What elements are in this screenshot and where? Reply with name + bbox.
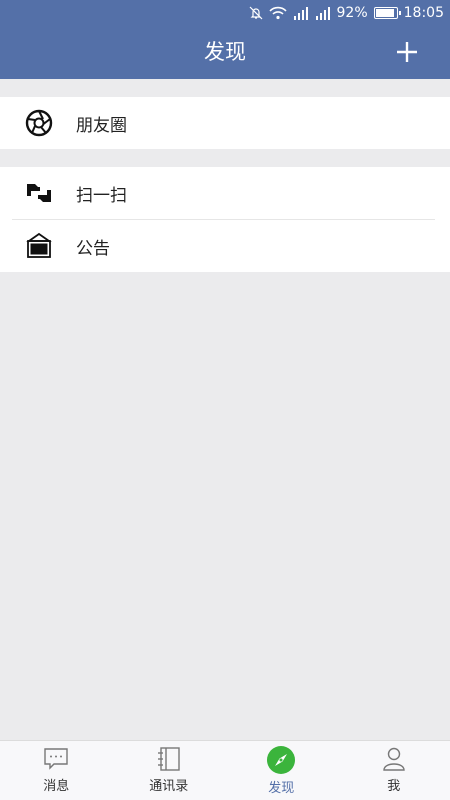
wifi-icon (268, 6, 287, 20)
chat-bubble-icon (44, 748, 68, 770)
tab-label: 发现 (268, 781, 295, 796)
signal-icon (293, 6, 309, 20)
moments-group: 朋友圈 (0, 97, 450, 149)
add-button[interactable] (394, 39, 420, 65)
clock: 18:05 (403, 5, 444, 21)
tab-label: 消息 (43, 779, 70, 794)
tab-contacts[interactable]: 通讯录 (113, 741, 226, 800)
bottom-tab-bar: 消息 通讯录 发现 我 (0, 740, 450, 800)
moments-aperture-icon (25, 109, 53, 137)
announcement-icon (25, 232, 53, 260)
tools-group: 扫一扫 公告 (0, 167, 450, 272)
compass-icon (267, 746, 296, 774)
tab-messages[interactable]: 消息 (0, 741, 113, 800)
signal-icon (315, 6, 331, 20)
contacts-book-icon (157, 747, 180, 771)
status-bar: 92% 18:05 (0, 0, 450, 26)
person-icon (383, 747, 405, 771)
plus-icon (397, 42, 417, 62)
tab-discover[interactable]: 发现 (225, 741, 338, 800)
list-item-label: 朋友圈 (76, 115, 127, 136)
page-title: 发现 (204, 40, 246, 64)
list-item-announcement[interactable]: 公告 (0, 220, 450, 272)
list-item-moments[interactable]: 朋友圈 (0, 97, 450, 149)
header-bar: 92% 18:05 发现 (0, 0, 450, 79)
tab-me[interactable]: 我 (338, 741, 450, 800)
list-item-label: 公告 (76, 238, 110, 259)
scan-icon (25, 179, 53, 207)
tab-label: 通讯录 (149, 779, 189, 794)
list-item-scan[interactable]: 扫一扫 (0, 167, 450, 219)
battery-icon (373, 7, 401, 19)
battery-percent: 92% (336, 5, 368, 21)
mute-icon (249, 6, 263, 20)
tab-label: 我 (387, 779, 401, 794)
list-item-label: 扫一扫 (76, 185, 127, 206)
